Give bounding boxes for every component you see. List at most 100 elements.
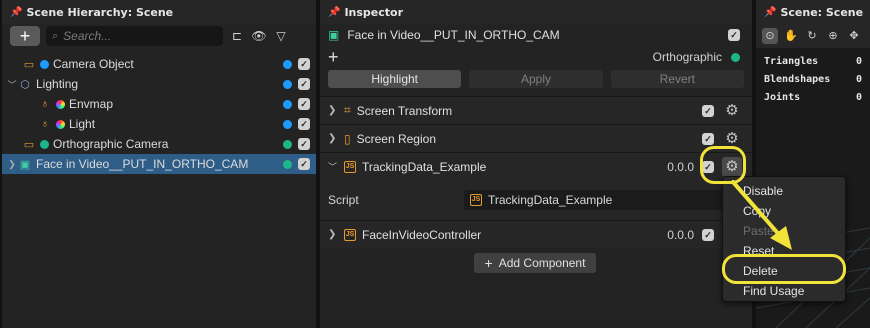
script-value: TrackingData_Example <box>488 193 613 207</box>
enabled-checkbox[interactable]: ✓ <box>298 58 310 70</box>
stat-label: Triangles <box>764 56 819 67</box>
hierarchy-tree-icon[interactable]: ⊏ <box>229 29 245 43</box>
hierarchy-row[interactable]: ❯ ▣ Face in Video__PUT_IN_ORTHO_CAM ✓ <box>2 154 316 174</box>
component-name: TrackingData_Example <box>362 159 487 174</box>
component-face-in-video-controller[interactable]: ❯ JS FaceInVideoController 0.0.0 ✓ <box>320 220 752 248</box>
gear-highlight-ring <box>700 146 746 184</box>
row-controls: ✓ <box>283 118 310 130</box>
add-object-button[interactable]: + <box>10 26 40 46</box>
revert-button[interactable]: Revert <box>610 70 744 88</box>
focus-icon[interactable]: ⊙ <box>762 28 778 44</box>
hierarchy-row[interactable]: ▭ Camera Object ✓ <box>2 54 316 74</box>
enabled-checkbox[interactable]: ✓ <box>298 98 310 110</box>
layer-dot[interactable] <box>731 53 740 62</box>
bulb-icon: ♁ <box>40 98 50 110</box>
row-controls: ✓ <box>283 58 310 70</box>
hierarchy-row-label: Lighting <box>36 77 79 91</box>
object-row: ▣ Face in Video__PUT_IN_ORTHO_CAM ✓ <box>320 24 752 46</box>
scene-hierarchy-panel: 📌 Scene Hierarchy: Scene + ⌕ Search... ⊏… <box>2 0 316 328</box>
scene-title: Scene: Scene <box>780 5 864 19</box>
eye-icon[interactable]: 👁 <box>251 29 267 43</box>
highlight-button[interactable]: Highlight <box>328 70 462 88</box>
component-enabled-checkbox[interactable]: ✓ <box>702 105 714 117</box>
stat-row: Joints 0 <box>764 92 870 110</box>
search-input[interactable]: ⌕ Search... <box>46 26 223 46</box>
plus-icon: + <box>484 255 493 271</box>
hand-icon[interactable]: ✋ <box>783 28 799 44</box>
filter-icon[interactable]: ▽ <box>273 29 289 43</box>
search-placeholder: Search... <box>63 29 112 43</box>
zoom-icon[interactable]: ⊕ <box>825 28 841 44</box>
gear-icon[interactable]: ⚙ <box>722 101 742 121</box>
hierarchy-row[interactable]: ♁ Light ✓ <box>2 114 316 134</box>
component-tracking-data[interactable]: ﹀ JS TrackingData_Example 0.0.0 ✓ ⚙ <box>320 152 752 180</box>
js-script-icon: JS <box>344 228 356 241</box>
hierarchy-row[interactable]: ▭ Orthographic Camera ✓ <box>2 134 316 154</box>
component-enabled-checkbox[interactable]: ✓ <box>702 133 714 145</box>
screen-transform-icon: ⌗ <box>344 103 351 117</box>
component-name: FaceInVideoController <box>362 227 482 242</box>
layer-dot <box>40 139 49 149</box>
apply-button[interactable]: Apply <box>469 70 603 88</box>
object-enabled-checkbox[interactable]: ✓ <box>728 29 740 41</box>
hierarchy-row-label: Orthographic Camera <box>53 137 169 151</box>
layer-status-dot[interactable] <box>283 60 292 69</box>
add-icon[interactable]: + <box>328 47 339 68</box>
rotate-icon[interactable]: ↻ <box>804 28 820 44</box>
menu-item-find-usage[interactable]: Find Usage <box>723 281 845 301</box>
chevron-right-icon[interactable]: ❯ <box>328 105 338 116</box>
menu-item-paste[interactable]: Paste <box>723 221 845 241</box>
hierarchy-row[interactable]: ﹀ ⬡ Lighting ✓ <box>2 74 316 94</box>
pin-icon[interactable]: 📌 <box>328 7 340 18</box>
chevron-down-icon[interactable]: ﹀ <box>328 160 338 173</box>
stat-row: Triangles 0 <box>764 56 870 74</box>
script-row: Script JS TrackingData_Example <box>320 180 752 220</box>
stat-label: Blendshapes <box>764 74 831 85</box>
script-label: Script <box>328 193 359 207</box>
stat-label: Joints <box>764 92 801 103</box>
hierarchy-row-label: Envmap <box>69 97 114 111</box>
component-enabled-checkbox[interactable]: ✓ <box>702 229 714 241</box>
hierarchy-row-label: Face in Video__PUT_IN_ORTHO_CAM <box>36 157 249 171</box>
enabled-checkbox[interactable]: ✓ <box>298 118 310 130</box>
inspector-panel: 📌 Inspector ▣ Face in Video__PUT_IN_ORTH… <box>320 0 752 328</box>
chevron-right-icon[interactable]: ❯ <box>6 159 18 170</box>
script-field[interactable]: JS TrackingData_Example <box>464 190 724 210</box>
enabled-checkbox[interactable]: ✓ <box>298 158 310 170</box>
chevron-down-icon[interactable]: ﹀ <box>6 78 18 91</box>
component-screen-transform[interactable]: ❯ ⌗ Screen Transform ✓ ⚙ <box>320 96 752 124</box>
component-version: 0.0.0 <box>667 227 694 242</box>
object-name[interactable]: Face in Video__PUT_IN_ORTHO_CAM <box>347 28 559 42</box>
menu-item-copy[interactable]: Copy <box>723 201 845 221</box>
enabled-checkbox[interactable]: ✓ <box>298 138 310 150</box>
row-controls: ✓ <box>283 98 310 110</box>
layer-status-dot[interactable] <box>283 80 292 89</box>
hierarchy-row[interactable]: ♁ Envmap ✓ <box>2 94 316 114</box>
face-icon: ▣ <box>328 28 340 42</box>
layer-status-dot[interactable] <box>283 100 292 109</box>
enabled-checkbox[interactable]: ✓ <box>298 78 310 90</box>
layer-status-dot[interactable] <box>283 120 292 129</box>
pin-icon[interactable]: 📌 <box>10 7 22 18</box>
hierarchy-row-label: Light <box>69 117 96 131</box>
layer-status-dot[interactable] <box>283 140 292 149</box>
js-script-icon: JS <box>470 194 482 206</box>
inspector-header: 📌 Inspector <box>320 0 752 24</box>
menu-item-disable[interactable]: Disable <box>723 181 845 201</box>
add-component-label: Add Component <box>498 256 586 270</box>
inspector-title: Inspector <box>344 5 404 19</box>
layer-dot <box>40 59 49 69</box>
component-screen-region[interactable]: ❯ ▯ Screen Region ✓ ⚙ <box>320 124 752 152</box>
row-controls: ✓ <box>283 78 310 90</box>
color-wheel-icon <box>56 99 65 109</box>
stat-value: 0 <box>856 56 863 67</box>
pin-icon[interactable]: 📌 <box>764 7 776 18</box>
chevron-right-icon[interactable]: ❯ <box>328 229 338 240</box>
layer-row: + Orthographic <box>320 46 752 68</box>
hierarchy-tree: ▭ Camera Object ✓ ﹀ ⬡ Lighting ✓ ♁ Envmap ✓ ♁ Light… <box>2 54 316 174</box>
chevron-right-icon[interactable]: ❯ <box>328 133 338 144</box>
layer-label[interactable]: Orthographic <box>653 50 722 64</box>
add-component-button[interactable]: + Add Component <box>474 253 596 273</box>
move-icon[interactable]: ✥ <box>846 28 862 44</box>
layer-status-dot[interactable] <box>283 160 292 169</box>
